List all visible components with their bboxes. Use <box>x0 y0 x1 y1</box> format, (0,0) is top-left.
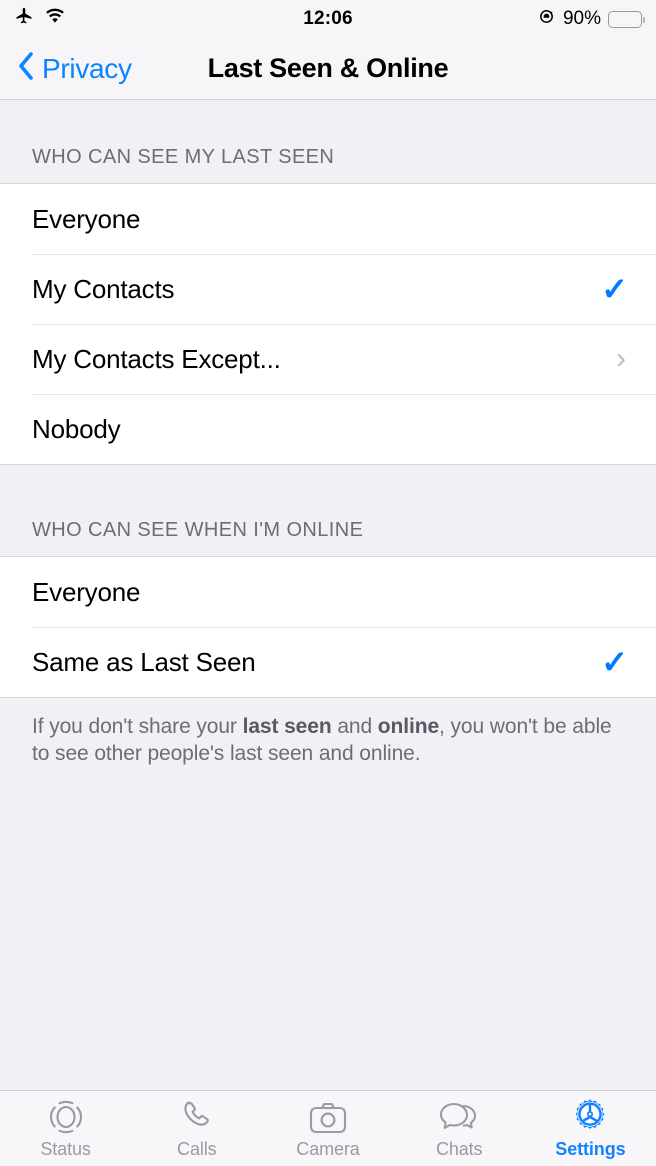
checkmark-icon: ✓ <box>601 271 628 307</box>
option-label: Same as Last Seen <box>32 646 256 677</box>
tab-calls[interactable]: Calls <box>131 1091 262 1166</box>
tab-chats[interactable]: Chats <box>394 1091 525 1166</box>
back-button[interactable]: Privacy <box>0 50 132 87</box>
tab-camera[interactable]: Camera <box>262 1091 393 1166</box>
row-accessory: › <box>616 344 634 374</box>
option-label: Everyone <box>32 203 141 234</box>
option-row-everyone[interactable]: Everyone <box>0 184 656 254</box>
rotation-lock-icon <box>537 7 556 32</box>
option-row-my-contacts-except[interactable]: My Contacts Except... › <box>0 324 656 394</box>
tab-status[interactable]: Status <box>0 1091 131 1166</box>
checkmark-icon: ✓ <box>601 644 628 680</box>
option-row-same-as-last-seen[interactable]: Same as Last Seen ✓ <box>0 627 656 697</box>
footnote-bold-last-seen: last seen <box>242 715 332 738</box>
gear-icon <box>570 1098 610 1136</box>
chevron-left-icon <box>16 50 36 87</box>
phone-icon <box>178 1098 216 1136</box>
camera-icon <box>308 1098 348 1136</box>
row-accessory: ✓ <box>601 273 634 305</box>
tab-label: Camera <box>296 1138 360 1159</box>
option-group-last-seen: Everyone My Contacts ✓ My Contacts Excep… <box>0 183 656 465</box>
tab-label: Settings <box>555 1138 626 1159</box>
app-screen: CWABETAINFO CWABETAINFO CWABETAINFO CWAB… <box>0 0 656 1166</box>
option-group-online: Everyone Same as Last Seen ✓ <box>0 556 656 698</box>
navigation-bar: Privacy Last Seen & Online <box>0 38 656 100</box>
option-label: My Contacts Except... <box>32 343 281 374</box>
option-label: Everyone <box>32 576 141 607</box>
section-header-online: WHO CAN SEE WHEN I'M ONLINE <box>32 519 364 541</box>
tab-label: Calls <box>177 1138 217 1159</box>
settings-content: WHO CAN SEE MY LAST SEEN Everyone My Con… <box>0 100 656 1090</box>
status-rings-icon <box>46 1098 86 1136</box>
footnote-part-1: If you don't share your <box>32 715 243 738</box>
battery-percentage: 90% <box>562 8 601 29</box>
option-label: My Contacts <box>32 273 175 304</box>
battery-cap <box>642 16 645 23</box>
status-bar-right: 90% <box>537 7 645 32</box>
option-row-my-contacts[interactable]: My Contacts ✓ <box>0 254 656 324</box>
row-accessory: ✓ <box>601 646 634 678</box>
section-footnote: If you don't share your last seen and on… <box>0 698 656 768</box>
footnote-bold-online: online <box>377 715 440 738</box>
chevron-right-icon: › <box>616 342 626 375</box>
footnote-part-2: and <box>331 715 378 738</box>
option-row-nobody[interactable]: Nobody <box>0 394 656 464</box>
battery-icon <box>608 10 645 28</box>
status-bar: 12:06 90% <box>0 0 656 38</box>
tab-bar: Status Calls Camera Chats Settings <box>0 1090 656 1166</box>
tab-label: Chats <box>435 1138 483 1159</box>
section-header-last-seen: WHO CAN SEE MY LAST SEEN <box>32 146 335 168</box>
chat-bubbles-icon <box>437 1098 481 1136</box>
tab-label: Status <box>40 1138 91 1159</box>
option-row-online-everyone[interactable]: Everyone <box>0 557 656 627</box>
back-button-label: Privacy <box>42 52 132 84</box>
option-label: Nobody <box>32 413 121 444</box>
tab-settings[interactable]: Settings <box>525 1091 656 1166</box>
